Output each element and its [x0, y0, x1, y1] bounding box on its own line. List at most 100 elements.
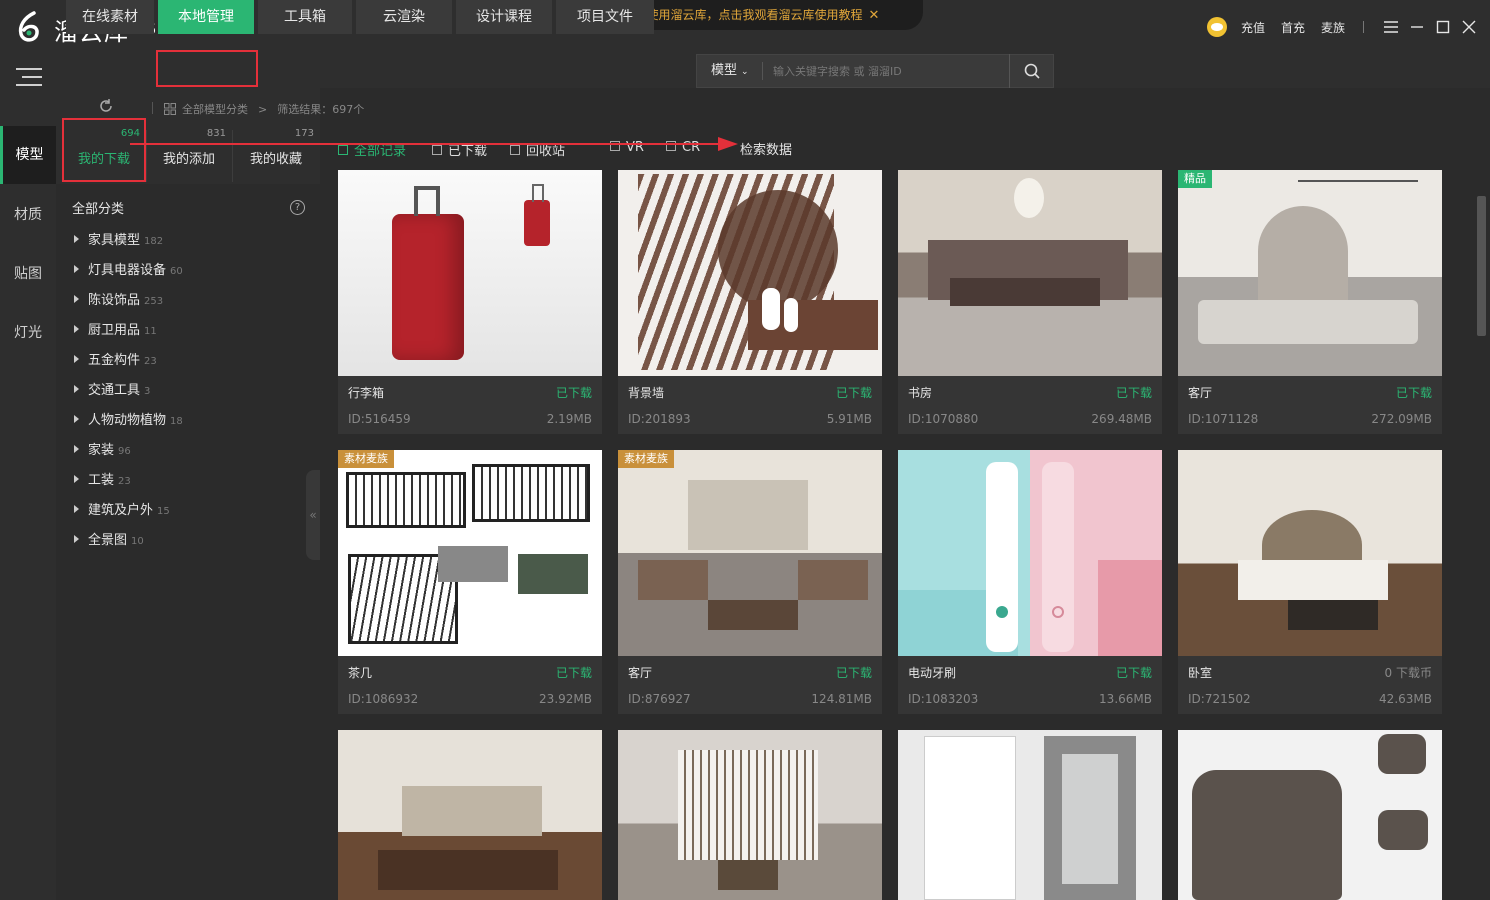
model-card[interactable]: 卧室 0 下载币 ID:721502 42.63MB [1178, 450, 1442, 714]
model-thumbnail[interactable] [338, 730, 602, 900]
tab-courses[interactable]: 设计课程 [456, 0, 552, 34]
download-status: 0 下载币 [1384, 666, 1432, 680]
category-item[interactable]: 人物动物植物 18 [74, 409, 183, 428]
scrollbar-thumb[interactable] [1477, 196, 1486, 336]
avatar[interactable] [1206, 17, 1227, 37]
model-size: 272.09MB [1371, 412, 1432, 426]
model-thumbnail[interactable] [618, 730, 882, 900]
model-card[interactable]: 行李箱 已下载 ID:516459 2.19MB [338, 170, 602, 434]
subtab-label: 我的添加 [162, 152, 215, 167]
caret-right-icon [74, 385, 79, 393]
maximize-icon[interactable] [1430, 14, 1456, 40]
model-thumbnail[interactable] [1178, 450, 1442, 656]
model-card[interactable] [338, 730, 602, 900]
arrow-head-icon [718, 137, 738, 151]
checkbox-icon [338, 145, 348, 155]
caret-right-icon [74, 355, 79, 363]
app-logo-icon [18, 11, 39, 42]
model-id: ID:1086932 [348, 692, 419, 706]
model-card[interactable]: 素材麦族 茶几 已下载 ID:1086932 23.92MB [338, 450, 602, 714]
subtab-my-additions[interactable]: 831 我的添加 [146, 124, 232, 182]
category-item[interactable]: 五金构件 23 [74, 349, 157, 368]
search-input[interactable] [763, 64, 1009, 78]
category-item[interactable]: 交通工具 3 [74, 379, 150, 398]
caret-right-icon [74, 445, 79, 453]
category-item[interactable]: 工装 23 [74, 469, 131, 488]
model-card[interactable]: 书房 已下载 ID:1070880 269.48MB [898, 170, 1162, 434]
subtab-label: 我的收藏 [249, 152, 302, 167]
model-card[interactable] [618, 730, 882, 900]
category-item[interactable]: 全景图 10 [74, 529, 144, 548]
model-id: ID:516459 [348, 412, 411, 426]
model-card[interactable]: 背景墙 已下载 ID:201893 5.91MB [618, 170, 882, 434]
menu-icon[interactable] [1378, 14, 1404, 40]
model-id: ID:1070880 [908, 412, 979, 426]
category-item[interactable]: 家装 96 [74, 439, 131, 458]
model-size: 124.81MB [811, 692, 872, 706]
recharge-link[interactable]: 充值 [1241, 19, 1265, 36]
user-name-link[interactable]: 麦族 [1321, 19, 1345, 36]
rail-item-light[interactable]: 灯光 [0, 304, 56, 362]
model-card[interactable]: 精品 客厅 已下载 ID:1071128 272.09MB [1178, 170, 1442, 434]
model-thumbnail[interactable]: 精品 [1178, 170, 1442, 376]
divider [1363, 21, 1364, 33]
help-icon[interactable]: ? [290, 200, 305, 215]
tab-cloud-render[interactable]: 云渲染 [356, 0, 452, 34]
model-card[interactable]: 素材麦族 客厅 已下载 ID:876927 124.81MB [618, 450, 882, 714]
grid-icon [164, 103, 176, 115]
tab-online[interactable]: 在线素材 [66, 0, 154, 34]
model-card[interactable]: 电动牙刷 已下载 ID:1083203 13.66MB [898, 450, 1162, 714]
rail-item-material[interactable]: 材质 [0, 186, 56, 244]
divider [152, 102, 153, 114]
model-thumbnail[interactable] [338, 170, 602, 376]
category-item[interactable]: 灯具电器设备 60 [74, 259, 183, 278]
minimize-icon[interactable] [1404, 14, 1430, 40]
model-id: ID:1083203 [908, 692, 979, 706]
caret-right-icon [74, 325, 79, 333]
rail-item-texture[interactable]: 贴图 [0, 245, 56, 303]
tab-local-manage[interactable]: 本地管理 [158, 0, 254, 34]
breadcrumb-root[interactable]: 全部模型分类 [182, 101, 248, 117]
rail-item-model[interactable]: 模型 [0, 126, 56, 184]
collapse-panel-button[interactable]: « [306, 470, 320, 560]
category-all[interactable]: 全部分类 [72, 198, 124, 217]
category-item[interactable]: 厨卫用品 11 [74, 319, 157, 338]
download-status: 已下载 [1395, 386, 1432, 400]
model-size: 5.91MB [826, 412, 872, 426]
caret-right-icon [74, 295, 79, 303]
first-charge-link[interactable]: 首充 [1281, 19, 1305, 36]
titlebar-actions: 充值 首充 麦族 [1206, 14, 1490, 40]
download-status: 已下载 [1115, 386, 1152, 400]
download-status: 已下载 [835, 386, 872, 400]
model-thumbnail[interactable]: 素材麦族 [338, 450, 602, 656]
model-name: 卧室 [1188, 666, 1213, 680]
model-thumbnail[interactable] [618, 170, 882, 376]
caret-right-icon [74, 505, 79, 513]
model-card[interactable] [898, 730, 1162, 900]
model-name: 茶几 [348, 666, 373, 680]
hamburger-icon[interactable] [16, 68, 42, 86]
breadcrumb: 全部模型分类 > 筛选结果：697个 [164, 101, 364, 117]
category-item[interactable]: 建筑及户外 15 [74, 499, 170, 518]
model-size: 13.66MB [1099, 692, 1152, 706]
refresh-icon[interactable] [98, 98, 114, 114]
close-icon[interactable] [1456, 14, 1482, 40]
model-thumbnail[interactable] [898, 170, 1162, 376]
search-icon[interactable] [1009, 54, 1053, 88]
category-item[interactable]: 家具模型 182 [74, 229, 163, 248]
model-thumbnail[interactable] [1178, 730, 1442, 900]
tab-toolbox[interactable]: 工具箱 [258, 0, 352, 34]
model-name: 背景墙 [628, 386, 665, 400]
caret-right-icon [74, 265, 79, 273]
model-thumbnail[interactable] [898, 450, 1162, 656]
model-thumbnail[interactable]: 素材麦族 [618, 450, 882, 656]
search-type-select[interactable]: 模型 ⌄ [697, 62, 763, 80]
model-card[interactable] [1178, 730, 1442, 900]
tab-project-files[interactable]: 项目文件 [556, 0, 654, 34]
model-size: 269.48MB [1091, 412, 1152, 426]
model-thumbnail[interactable] [898, 730, 1162, 900]
subtab-my-favorites[interactable]: 173 我的收藏 [232, 124, 320, 182]
model-size: 42.63MB [1379, 692, 1432, 706]
category-item[interactable]: 陈设饰品 253 [74, 289, 163, 308]
notice-close-icon[interactable]: ✕ [869, 8, 880, 23]
